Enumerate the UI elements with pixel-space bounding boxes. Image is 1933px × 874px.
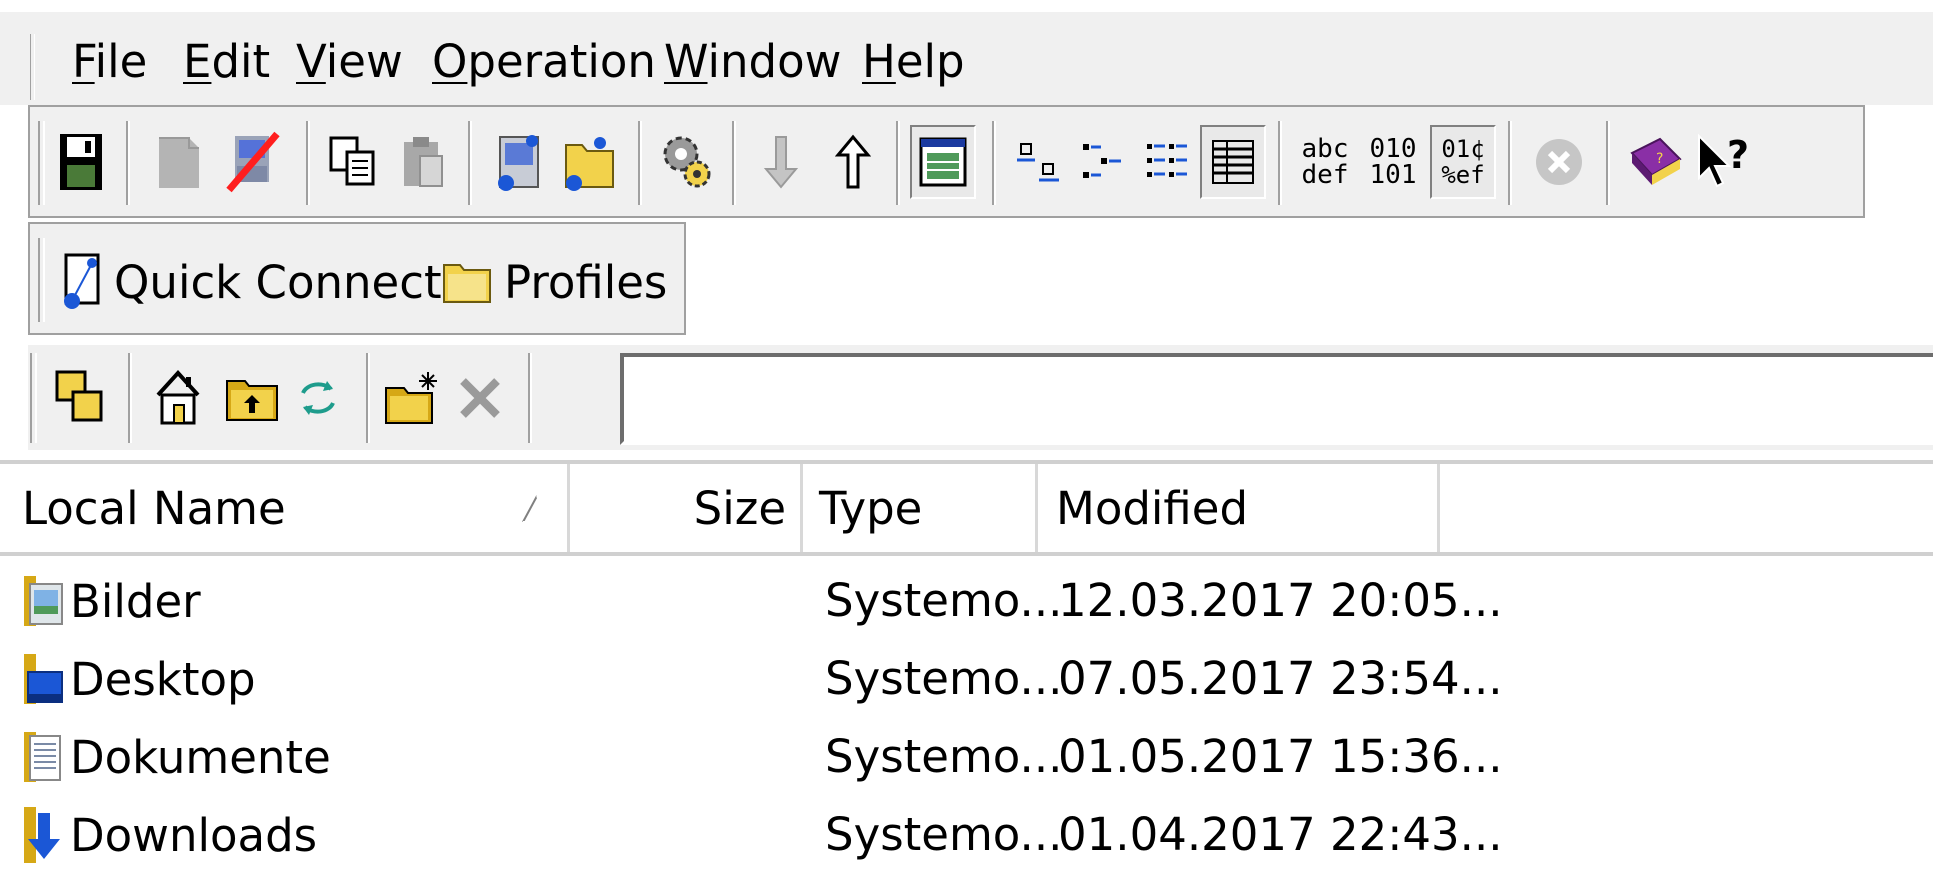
file-type: Systemo... xyxy=(825,652,1063,705)
menu-operation[interactable]: Operation xyxy=(432,34,656,90)
table-row[interactable]: Downloads Systemo... 01.04.2017 22:43... xyxy=(0,796,1933,874)
column-size-label: Size xyxy=(693,481,786,535)
refresh-icon[interactable] xyxy=(286,363,350,433)
delete-icon[interactable] xyxy=(448,363,512,433)
menu-file[interactable]: File xyxy=(72,34,147,90)
file-name: Desktop xyxy=(70,652,256,706)
up-folder-icon[interactable] xyxy=(220,363,284,433)
column-modified-label: Modified xyxy=(1056,481,1249,535)
menu-bar: File Edit View Operation Window Help xyxy=(0,12,1933,104)
pictures-folder-icon xyxy=(24,576,63,626)
file-type: Systemo... xyxy=(825,730,1063,783)
auto-mode-icon[interactable]: 01¢ %ef xyxy=(1430,125,1496,199)
column-header-local-name[interactable]: Local Name xyxy=(0,464,570,552)
file-name: Dokumente xyxy=(70,730,331,784)
navigation-toolbar xyxy=(28,345,1933,450)
column-type-label: Type xyxy=(819,481,923,535)
parent-folders-icon[interactable] xyxy=(48,363,112,433)
downloads-folder-icon xyxy=(24,807,60,863)
download-icon[interactable] xyxy=(748,125,814,199)
large-icons-view-icon[interactable] xyxy=(1006,125,1072,199)
profiles-label: Profiles xyxy=(504,255,668,309)
menu-edit[interactable]: Edit xyxy=(183,34,270,90)
file-name: Downloads xyxy=(70,808,318,862)
toolbar-grip[interactable] xyxy=(38,121,45,205)
table-row[interactable]: Bilder Systemo... 12.03.2017 20:05... xyxy=(0,562,1933,640)
profiles-button[interactable]: Profiles xyxy=(442,250,667,314)
list-view-icon[interactable] xyxy=(1134,125,1200,199)
menu-view[interactable]: View xyxy=(296,34,403,90)
explorer-view-icon[interactable] xyxy=(910,125,976,199)
nav-toolbar-grip[interactable] xyxy=(30,353,37,443)
sort-ascending-icon xyxy=(522,495,552,523)
binary-mode-icon[interactable]: 010 101 xyxy=(1360,125,1426,199)
quick-connect-button[interactable]: Quick Connect xyxy=(62,250,442,314)
column-header-size[interactable]: Size xyxy=(570,464,803,552)
menu-help[interactable]: Help xyxy=(862,34,965,90)
connect-toolbar-grip[interactable] xyxy=(38,238,45,322)
file-modified: 12.03.2017 20:05... xyxy=(1058,574,1503,627)
new-profile-icon[interactable] xyxy=(556,125,622,199)
new-folder-icon[interactable] xyxy=(380,363,444,433)
desktop-folder-icon xyxy=(24,654,63,704)
file-modified: 01.05.2017 15:36... xyxy=(1058,730,1503,783)
file-modified: 07.05.2017 23:54... xyxy=(1058,652,1503,705)
profiles-folder-icon xyxy=(443,264,491,303)
file-list-header: Local Name Size Type Modified xyxy=(0,460,1933,556)
svg-text:?: ? xyxy=(1727,133,1749,177)
details-view-icon[interactable] xyxy=(1200,125,1266,199)
copy-icon[interactable] xyxy=(320,125,386,199)
no-disconnect-icon[interactable] xyxy=(220,125,286,199)
documents-folder-icon xyxy=(24,732,61,782)
file-modified: 01.04.2017 22:43... xyxy=(1058,808,1503,861)
context-help-icon[interactable]: ? xyxy=(1690,125,1756,199)
ascii-mode-icon[interactable]: abc def xyxy=(1292,125,1358,199)
home-icon[interactable] xyxy=(146,363,210,433)
help-book-icon[interactable]: ? xyxy=(1622,125,1688,199)
main-toolbar: abc def 010 101 01¢ %ef ? ? xyxy=(28,105,1865,218)
file-type: Systemo... xyxy=(825,808,1063,861)
disconnect-icon[interactable] xyxy=(146,125,212,199)
save-icon[interactable] xyxy=(48,125,114,199)
menu-grip[interactable] xyxy=(30,34,35,104)
quick-connect-icon xyxy=(64,253,100,309)
column-local-name-label: Local Name xyxy=(22,481,286,535)
cancel-icon[interactable] xyxy=(1526,125,1592,199)
table-row[interactable]: Desktop Systemo... 07.05.2017 23:54... xyxy=(0,640,1933,718)
small-icons-view-icon[interactable] xyxy=(1070,125,1136,199)
table-row[interactable]: Dokumente Systemo... 01.05.2017 15:36... xyxy=(0,718,1933,796)
file-type: Systemo... xyxy=(825,574,1063,627)
column-header-type[interactable]: Type xyxy=(803,464,1038,552)
paste-icon[interactable] xyxy=(390,125,456,199)
new-connection-icon[interactable] xyxy=(486,125,552,199)
menu-window[interactable]: Window xyxy=(664,34,841,90)
connect-toolbar: Quick Connect Profiles xyxy=(28,222,686,335)
column-header-modified[interactable]: Modified xyxy=(1038,464,1440,552)
upload-icon[interactable] xyxy=(820,125,886,199)
file-name: Bilder xyxy=(70,574,201,628)
settings-icon[interactable] xyxy=(654,125,720,199)
path-input[interactable] xyxy=(620,353,1933,445)
quick-connect-label: Quick Connect xyxy=(114,255,442,309)
svg-text:?: ? xyxy=(1656,151,1663,167)
